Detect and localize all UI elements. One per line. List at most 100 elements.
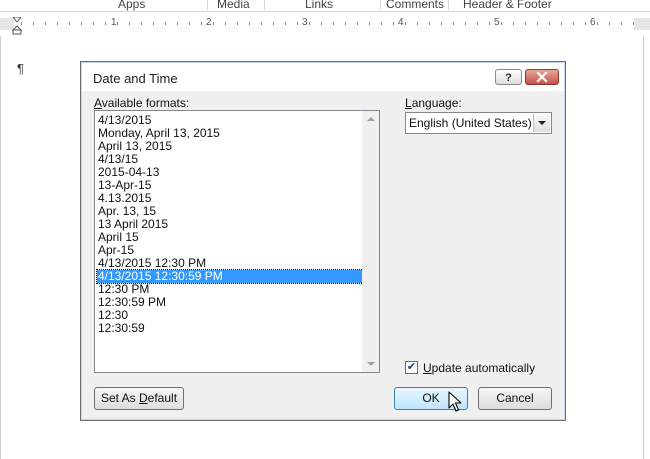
set-default-text: Set As xyxy=(100,391,139,405)
ruler-tick xyxy=(561,22,562,25)
ruler-tick xyxy=(297,22,298,25)
formats-label-text: vailable formats: xyxy=(101,96,190,110)
language-label-accelerator: L xyxy=(405,96,412,110)
ribbon-separator xyxy=(264,0,265,10)
set-default-accelerator: D xyxy=(139,391,148,405)
ruler-tick xyxy=(585,22,586,25)
ruler-number: 1 xyxy=(111,17,117,28)
update-automatically-label[interactable]: Update automatically xyxy=(423,361,535,375)
scroll-down-icon[interactable] xyxy=(367,362,375,366)
ruler-tick xyxy=(489,22,490,25)
ruler-tick xyxy=(465,22,466,25)
update-automatically-checkbox[interactable]: ✔ xyxy=(405,361,418,374)
chevron-down-icon xyxy=(538,121,546,125)
ruler-tick xyxy=(81,22,82,25)
ruler-tick xyxy=(165,22,166,25)
ruler-tick xyxy=(21,22,22,25)
ruler-tick xyxy=(129,22,130,25)
set-as-default-button[interactable]: Set As Default xyxy=(94,387,184,410)
formats-scrollbar[interactable] xyxy=(362,111,379,372)
ribbon-separator xyxy=(380,0,381,10)
ruler-tick xyxy=(525,22,526,25)
ruler-tick xyxy=(141,22,142,25)
date-time-dialog: Date and Time ? Available formats: 4/13/… xyxy=(80,61,566,421)
ruler-tick xyxy=(549,22,550,25)
formats-label-accelerator: A xyxy=(94,96,102,110)
ruler-tick xyxy=(237,22,238,25)
ruler-number: 2 xyxy=(206,17,212,28)
dialog-titlebar[interactable]: Date and Time ? xyxy=(82,63,564,91)
ruler-tick xyxy=(573,22,574,25)
language-select[interactable]: English (United States) xyxy=(405,112,552,134)
page-edge xyxy=(0,36,1,459)
ruler-number: 5 xyxy=(494,17,500,28)
ruler-tick xyxy=(513,22,514,25)
ruler-tick xyxy=(333,22,334,25)
ruler-tick xyxy=(177,22,178,25)
ruler-tick xyxy=(501,22,502,25)
ruler-tick xyxy=(153,22,154,25)
ruler-tick xyxy=(633,22,634,25)
ruler-tick xyxy=(453,22,454,25)
ruler-tick xyxy=(393,22,394,25)
language-dropdown-button[interactable] xyxy=(533,114,550,132)
ruler-tick xyxy=(537,22,538,25)
ruler-number: 4 xyxy=(398,17,404,28)
ribbon-separator xyxy=(207,0,208,10)
formats-items: 4/13/2015 Monday, April 13, 2015 April 13,… xyxy=(96,114,366,335)
ruler-tick xyxy=(117,22,118,25)
ruler-tick xyxy=(45,22,46,25)
ruler-tick xyxy=(309,22,310,25)
language-value: English (United States) xyxy=(409,116,532,130)
ribbon-group-links: Links xyxy=(305,0,334,11)
scroll-up-icon[interactable] xyxy=(367,117,375,121)
ruler-tick xyxy=(345,22,346,25)
format-list-item[interactable]: 12:30:59 PM xyxy=(97,296,365,309)
ruler-tick xyxy=(405,22,406,25)
available-formats-label: Available formats: xyxy=(94,96,189,110)
ruler-tick xyxy=(33,22,34,25)
ruler-tick xyxy=(69,22,70,25)
ruler-tick xyxy=(213,22,214,25)
ruler-tick xyxy=(285,22,286,25)
indent-marker-icon[interactable] xyxy=(12,17,22,35)
ribbon-group-header-footer: Header & Footer xyxy=(463,0,552,11)
horizontal-ruler[interactable]: 1 2 3 4 5 6 xyxy=(0,14,650,35)
dialog-title: Date and Time xyxy=(93,71,178,86)
ruler-tick xyxy=(477,22,478,25)
format-list-item[interactable]: 12:30:59 xyxy=(97,322,365,335)
page-edge xyxy=(643,36,644,459)
ruler-tick xyxy=(201,22,202,25)
format-list-item[interactable]: April 15 xyxy=(97,231,365,244)
ruler-tick xyxy=(261,22,262,25)
help-button[interactable]: ? xyxy=(495,69,522,85)
ribbon-group-comments: Comments xyxy=(386,0,445,11)
ruler-tick xyxy=(93,22,94,25)
ruler-tick xyxy=(441,22,442,25)
ruler-tick xyxy=(417,22,418,25)
mouse-pointer-icon xyxy=(448,391,462,412)
ruler-tick xyxy=(357,22,358,25)
close-button[interactable] xyxy=(525,69,559,85)
ruler-number: 6 xyxy=(590,17,596,28)
ruler-tick xyxy=(273,22,274,25)
ruler-tick xyxy=(609,22,610,25)
ruler-number: 3 xyxy=(302,17,308,28)
ruler-tick xyxy=(57,22,58,25)
ruler-tick xyxy=(249,22,250,25)
cancel-button[interactable]: Cancel xyxy=(478,387,552,410)
ruler-tick xyxy=(105,22,106,25)
available-formats-list[interactable]: 4/13/2015 Monday, April 13, 2015 April 13,… xyxy=(94,110,380,373)
ruler-tick xyxy=(381,22,382,25)
ribbon-group-apps: Apps xyxy=(118,0,146,11)
ruler-tick xyxy=(225,22,226,25)
ruler-tick xyxy=(369,22,370,25)
close-icon xyxy=(536,71,548,83)
ruler-tick xyxy=(189,22,190,25)
language-label-text: anguage: xyxy=(411,96,462,110)
ribbon-group-media: Media xyxy=(217,0,250,11)
update-label-text: pdate automatically xyxy=(431,361,536,375)
ribbon-group-labels: Apps Media Links Comments Header & Foote… xyxy=(0,0,650,12)
language-label: Language: xyxy=(405,96,462,110)
ruler-margin-right xyxy=(634,18,650,30)
